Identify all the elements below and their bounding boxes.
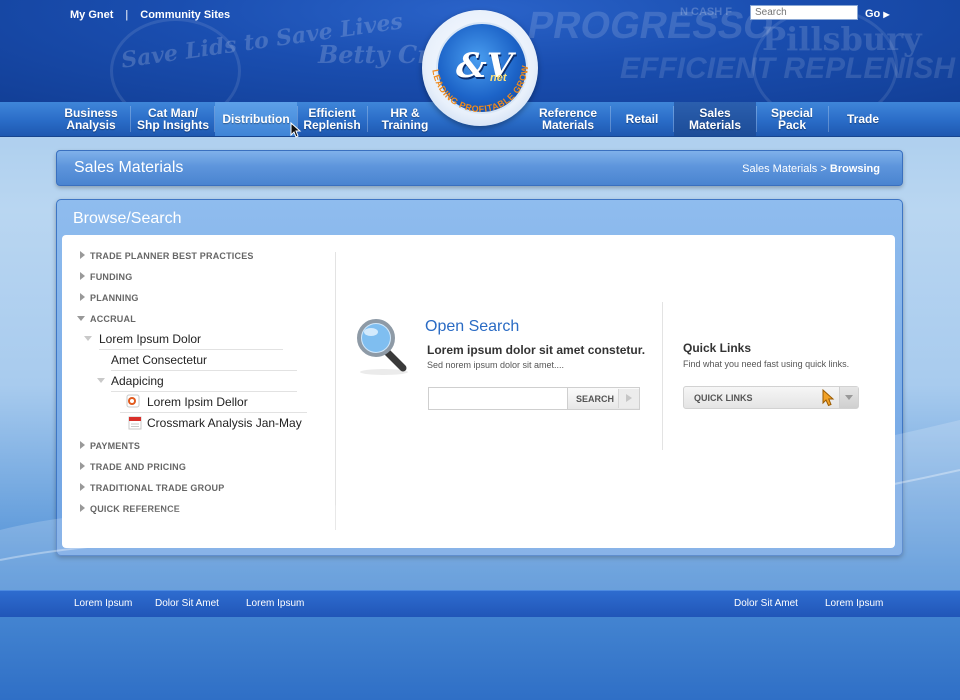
- nav-label: Shp Insights: [137, 118, 209, 132]
- footer-link[interactable]: Dolor Sit Amet: [155, 598, 219, 609]
- tree-category[interactable]: PLANNING: [90, 293, 139, 303]
- nav-distribution[interactable]: Distribution: [215, 102, 297, 136]
- quick-links-title: Quick Links: [683, 341, 752, 355]
- background-brand-text: N CASH F: [680, 6, 732, 18]
- column-divider: [662, 302, 663, 450]
- expand-arrow-icon[interactable]: [80, 293, 85, 301]
- browse-content: TRADE PLANNER BEST PRACTICES FUNDING PLA…: [62, 235, 895, 548]
- header-search-input[interactable]: [750, 5, 858, 20]
- search-submit-arrow-icon[interactable]: [618, 389, 639, 408]
- powerpoint-file-icon: [126, 394, 140, 408]
- breadcrumb-parent-link[interactable]: Sales Materials: [742, 163, 817, 175]
- breadcrumb-current: Browsing: [829, 163, 880, 175]
- tree-divider: [111, 391, 297, 392]
- page-title-bar: Sales Materials Sales Materials > Browsi…: [56, 150, 903, 186]
- top-links-separator: |: [125, 9, 129, 21]
- tree-category-expanded[interactable]: ACCRUAL: [90, 314, 136, 324]
- magnifier-icon: [357, 319, 408, 375]
- nav-label: Analysis: [66, 118, 116, 132]
- file-link[interactable]: Lorem Ipsim Dellor: [147, 395, 248, 409]
- tree-category[interactable]: TRADE PLANNER BEST PRACTICES: [90, 251, 254, 261]
- footer-link[interactable]: Lorem Ipsum: [246, 598, 304, 609]
- nav-cat-man[interactable]: Cat Man/Shp Insights: [132, 102, 214, 136]
- file-link[interactable]: Crossmark Analysis Jan-May: [147, 416, 302, 430]
- nav-retail[interactable]: Retail: [611, 102, 673, 136]
- quick-links-select-label: QUICK LINKS: [694, 393, 753, 403]
- background-brand-text: Pillsbury: [762, 20, 922, 58]
- expand-arrow-icon[interactable]: [80, 441, 85, 449]
- nav-label: Pack: [777, 118, 807, 132]
- expand-arrow-icon[interactable]: [80, 272, 85, 280]
- logo-ring-label: LEADING PROFITABLE GROWTH: [422, 10, 530, 114]
- chevron-down-icon[interactable]: [839, 387, 858, 408]
- nav-sales-materials[interactable]: Sales Materials: [674, 102, 756, 136]
- mouse-pointer-icon: [290, 122, 302, 138]
- footer-link[interactable]: Lorem Ipsum: [825, 598, 883, 609]
- nav-label: Retail: [625, 112, 659, 126]
- nav-label: Trade: [846, 112, 879, 126]
- nav-trade[interactable]: Trade: [829, 102, 897, 136]
- open-search-input[interactable]: [428, 387, 568, 410]
- page-title: Sales Materials: [74, 159, 184, 176]
- arrow-right-icon: ▶: [883, 10, 890, 19]
- tree-category[interactable]: TRADITIONAL TRADE GROUP: [90, 483, 224, 493]
- go-button[interactable]: Go ▶: [865, 8, 890, 20]
- background-brand-text: PROGRESSO: [524, 5, 777, 47]
- tree-divider: [99, 349, 283, 350]
- calendar-file-icon: [128, 416, 142, 430]
- tree-node[interactable]: Adapicing: [111, 374, 164, 388]
- tree-category[interactable]: PAYMENTS: [90, 441, 140, 451]
- nav-business-analysis[interactable]: Business Analysis: [55, 102, 127, 136]
- my-gnet-link[interactable]: My Gnet: [70, 9, 113, 21]
- open-search-subtext: Sed norem ipsum dolor sit amet....: [427, 360, 565, 370]
- breadcrumb-separator: >: [820, 163, 827, 175]
- open-search-heading: Lorem ipsum dolor sit amet constetur.: [427, 343, 646, 357]
- collapse-arrow-icon[interactable]: [84, 336, 92, 341]
- browse-search-panel: Browse/Search TRADE PLANNER BEST PRACTIC…: [56, 199, 903, 556]
- expand-arrow-icon[interactable]: [80, 251, 85, 259]
- tree-category[interactable]: QUICK REFERENCE: [90, 504, 180, 514]
- column-divider: [335, 252, 336, 530]
- open-search-title: Open Search: [425, 318, 520, 335]
- tree-category[interactable]: FUNDING: [90, 272, 132, 282]
- footer-link[interactable]: Dolor Sit Amet: [734, 598, 798, 609]
- svg-text:LEADING PROFITABLE GROWTH: LEADING PROFITABLE GROWTH: [422, 10, 530, 114]
- tree-category[interactable]: TRADE AND PRICING: [90, 462, 186, 472]
- collapse-arrow-icon[interactable]: [97, 378, 105, 383]
- community-sites-link[interactable]: Community Sites: [140, 9, 230, 21]
- nav-special-pack[interactable]: Special Pack: [757, 102, 827, 136]
- search-button-label: SEARCH: [576, 394, 615, 404]
- site-footer: Lorem Ipsum Dolor Sit Amet Lorem Ipsum D…: [0, 590, 960, 617]
- top-links: My Gnet | Community Sites: [70, 9, 230, 21]
- nav-reference-materials[interactable]: Reference Materials: [528, 102, 608, 136]
- expand-arrow-icon[interactable]: [80, 462, 85, 470]
- panel-title: Browse/Search: [73, 210, 182, 227]
- nav-divider: [130, 106, 131, 132]
- tree-divider: [111, 370, 297, 371]
- go-label: Go: [865, 8, 881, 20]
- nav-label: Materials: [688, 118, 742, 132]
- quick-links-subtext: Find what you need fast using quick link…: [683, 359, 850, 369]
- nav-label: Materials: [541, 118, 595, 132]
- gnet-logo[interactable]: &V net LEADING PROFITABLE GROWTH: [422, 10, 538, 126]
- nav-label: Distribution: [222, 112, 290, 126]
- tree-divider: [120, 412, 307, 413]
- collapse-arrow-icon[interactable]: [77, 316, 85, 321]
- footer-link[interactable]: Lorem Ipsum: [74, 598, 132, 609]
- expand-arrow-icon[interactable]: [80, 504, 85, 512]
- logo-ring-text: LEADING PROFITABLE GROWTH: [422, 10, 530, 114]
- expand-arrow-icon[interactable]: [80, 483, 85, 491]
- nav-efficient-replenish[interactable]: Efficient Replenish: [298, 102, 366, 136]
- tree-node[interactable]: Amet Consectetur: [111, 353, 207, 367]
- breadcrumb: Sales Materials > Browsing: [742, 163, 880, 175]
- tree-node[interactable]: Lorem Ipsum Dolor: [99, 332, 201, 346]
- mouse-pointer-icon: [822, 389, 835, 407]
- nav-label: Replenish: [303, 118, 361, 132]
